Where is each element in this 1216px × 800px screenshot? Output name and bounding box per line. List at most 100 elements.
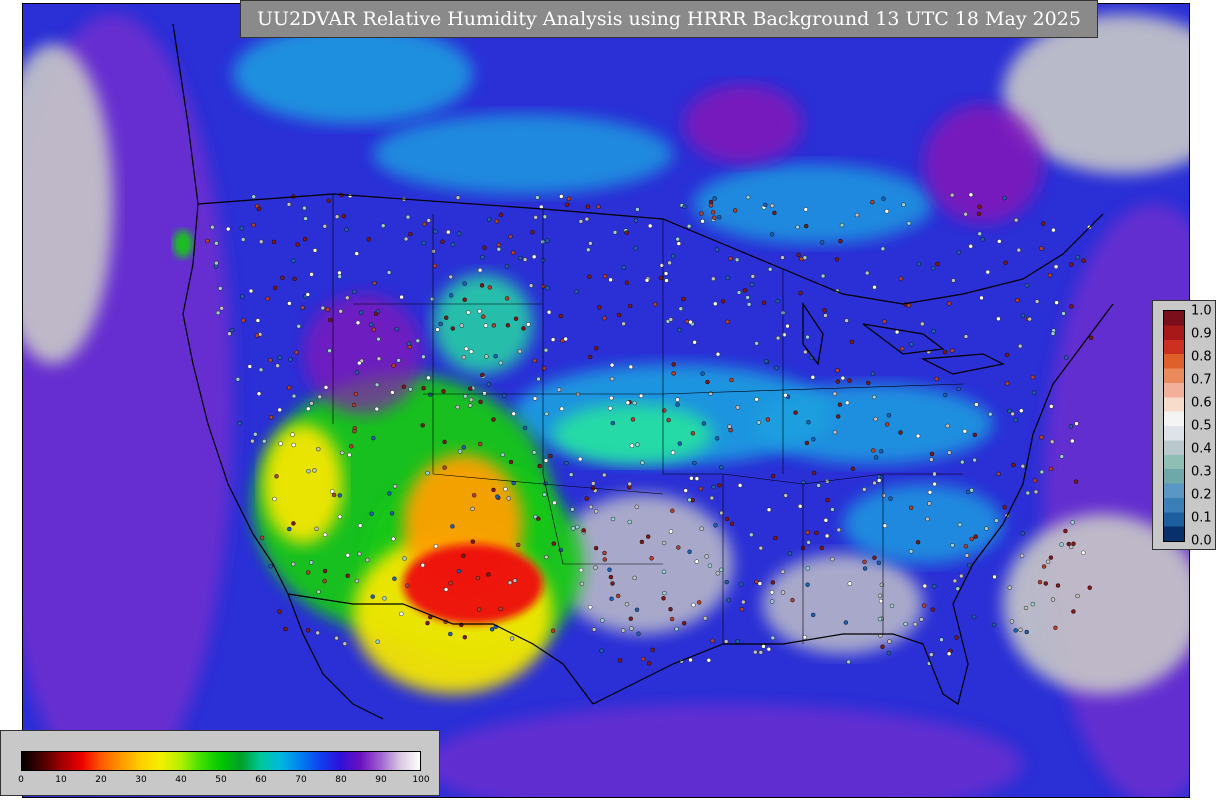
station-dot	[662, 590, 667, 596]
station-dot	[763, 202, 768, 208]
station-dot	[756, 420, 761, 425]
station-dot	[251, 194, 256, 199]
station-dot	[950, 192, 955, 198]
station-dot	[349, 444, 354, 449]
station-dot	[581, 528, 586, 533]
station-dot	[819, 545, 824, 551]
station-dot	[972, 457, 977, 463]
station-dot	[558, 313, 563, 319]
humidity-region	[843, 484, 1003, 564]
station-dot	[584, 216, 590, 222]
station-dot	[396, 358, 401, 363]
station-dot	[491, 487, 496, 493]
station-dot	[850, 466, 855, 471]
station-dot	[271, 239, 277, 245]
station-dot	[569, 472, 574, 477]
station-dot	[811, 470, 817, 476]
station-dot	[866, 380, 871, 386]
station-dot	[988, 412, 993, 417]
station-dot	[455, 195, 461, 200]
station-dot	[585, 204, 590, 209]
station-dot	[876, 474, 882, 479]
station-dot	[682, 204, 687, 210]
station-dot	[985, 269, 990, 275]
station-dot	[277, 407, 282, 413]
station-dot	[877, 478, 882, 483]
station-dot	[649, 556, 654, 561]
relative-humidity-colorbar: 0 10 20 30 40 50 60 70 80 90 100	[0, 730, 440, 796]
station-dot	[729, 521, 735, 526]
station-dot	[518, 255, 523, 261]
observation-tick-label: 0.2	[1191, 487, 1212, 503]
station-dot	[880, 246, 886, 252]
station-dot	[804, 440, 810, 446]
station-dot	[1027, 316, 1032, 322]
station-dot	[922, 583, 927, 589]
station-dot	[750, 274, 755, 279]
station-dot	[469, 349, 474, 354]
station-dot	[306, 406, 311, 411]
station-dot	[420, 423, 425, 428]
station-dot	[1030, 375, 1035, 380]
station-dot	[846, 659, 851, 665]
station-dot	[258, 367, 264, 372]
station-dot	[700, 371, 705, 376]
station-dot	[1069, 304, 1074, 309]
station-dot	[688, 319, 693, 325]
station-dot	[390, 390, 395, 395]
station-dot	[823, 518, 829, 523]
station-dot	[873, 416, 878, 422]
station-dot	[1049, 404, 1054, 409]
station-dot	[1023, 605, 1029, 611]
station-dot	[588, 354, 593, 360]
station-dot	[376, 356, 382, 361]
station-dot	[503, 486, 508, 492]
station-dot	[955, 586, 960, 591]
observation-tick-label: 0.0	[1191, 533, 1212, 549]
station-dot	[241, 318, 246, 323]
station-dot	[832, 391, 837, 396]
station-dot	[506, 496, 511, 501]
station-dot	[237, 421, 242, 426]
station-dot	[486, 217, 492, 222]
station-dot	[334, 214, 340, 219]
station-dot	[240, 237, 246, 242]
station-dot	[450, 242, 455, 247]
station-dot	[542, 492, 547, 497]
station-dot	[766, 507, 772, 512]
station-dot	[974, 402, 979, 407]
station-dot	[630, 417, 636, 422]
station-dot	[422, 221, 427, 227]
station-dot	[218, 286, 223, 291]
map-graphic	[23, 4, 1189, 797]
station-dot	[720, 299, 726, 304]
station-dot	[225, 226, 231, 232]
station-dot	[291, 258, 296, 263]
station-dot	[994, 518, 999, 523]
station-dot	[496, 247, 501, 252]
station-dot	[737, 483, 743, 488]
station-dot	[309, 272, 314, 277]
station-dot	[1068, 424, 1074, 429]
station-dot	[787, 551, 793, 556]
station-dot	[802, 255, 808, 260]
station-dot	[287, 301, 292, 306]
station-dot	[256, 391, 262, 396]
station-dot	[773, 535, 778, 541]
station-dot	[699, 211, 704, 216]
observation-tick-label: 1.0	[1191, 303, 1212, 319]
station-dot	[482, 245, 487, 250]
humidity-region	[553, 404, 713, 464]
station-dot	[956, 386, 961, 392]
station-dot	[522, 425, 528, 431]
station-dot	[676, 545, 681, 550]
station-dot	[798, 504, 803, 509]
station-dot	[879, 582, 885, 587]
station-dot	[633, 218, 639, 223]
rh-tick-label: 90	[375, 775, 387, 785]
station-dot	[537, 463, 542, 469]
station-dot	[635, 207, 640, 212]
station-dot	[441, 389, 446, 394]
station-dot	[296, 324, 301, 329]
station-dot	[1015, 298, 1020, 303]
